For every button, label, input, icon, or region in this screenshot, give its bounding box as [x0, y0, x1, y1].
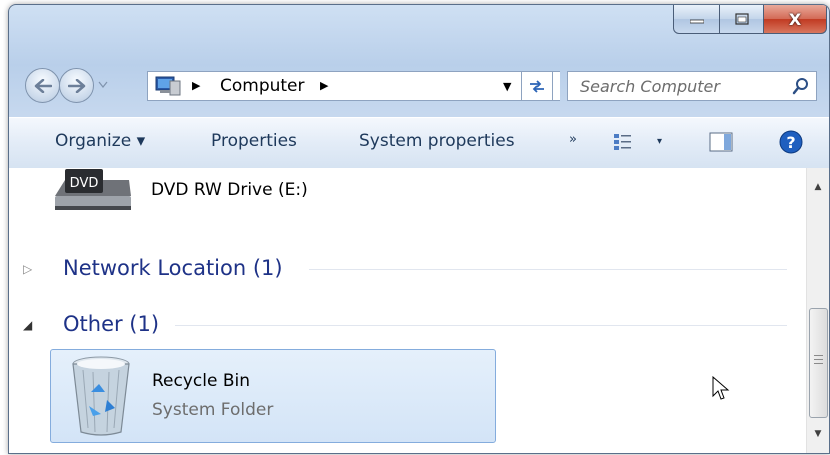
recent-pages-dropdown-icon[interactable] — [98, 81, 108, 88]
caption-buttons: X — [673, 5, 827, 35]
dvd-drive-label: DVD RW Drive (E:) — [151, 180, 308, 200]
item-name: Recycle Bin — [152, 371, 251, 391]
breadcrumb-computer[interactable]: Computer — [220, 76, 305, 96]
properties-button[interactable]: Properties — [211, 131, 297, 151]
svg-text:?: ? — [786, 133, 795, 152]
arrow-left-icon — [34, 78, 52, 93]
address-dropdown-icon[interactable]: ▼ — [503, 80, 511, 93]
scroll-up-arrow-icon[interactable]: ▲ — [807, 174, 829, 200]
mouse-pointer-icon — [712, 376, 730, 400]
arrow-right-icon — [67, 78, 85, 93]
file-list: DVD DVD RW Drive (E:) ▷ Network Location… — [9, 168, 829, 453]
search-input[interactable]: Search Computer — [580, 77, 720, 96]
minimize-button[interactable] — [673, 5, 720, 34]
search-box[interactable]: Search Computer — [567, 71, 817, 101]
collapsed-arrow-icon[interactable]: ▷ — [23, 262, 32, 276]
breadcrumb-separator-icon[interactable]: ▶ — [192, 79, 200, 92]
group-divider — [309, 269, 787, 270]
recycle-bin-icon — [72, 356, 130, 436]
address-row: ▶ Computer ▶ ▼ Search Computer — [9, 65, 829, 105]
dvd-logo-text: DVD — [70, 176, 99, 191]
search-icon[interactable] — [792, 77, 810, 95]
command-bar: Organize ▾ Properties System properties … — [9, 117, 829, 169]
address-box[interactable]: ▶ Computer ▶ ▼ — [147, 71, 560, 101]
preview-pane-icon[interactable] — [709, 132, 733, 152]
computer-icon — [155, 76, 181, 96]
dvd-drive-icon: DVD — [55, 169, 131, 210]
organize-menu[interactable]: Organize ▾ — [55, 131, 145, 151]
more-commands-button[interactable]: » — [569, 132, 577, 147]
close-button[interactable]: X — [764, 5, 827, 34]
recycle-bin-item[interactable]: Recycle Bin System Folder — [50, 349, 496, 443]
expanded-arrow-icon[interactable]: ◢ — [23, 318, 32, 332]
group-title[interactable]: Network Location (1) — [63, 256, 283, 280]
breadcrumb-separator-icon[interactable]: ▶ — [320, 79, 328, 92]
group-divider — [175, 325, 787, 326]
item-type: System Folder — [152, 400, 274, 420]
system-properties-button[interactable]: System properties — [359, 131, 515, 151]
scrollbar-thumb[interactable] — [809, 308, 828, 418]
explorer-window: X ▶ Computer ▶ ▼ Search Computer Organiz… — [8, 4, 830, 454]
scroll-down-arrow-icon[interactable]: ▼ — [807, 421, 829, 447]
minimize-icon — [689, 19, 704, 24]
close-icon: X — [788, 9, 802, 29]
help-icon[interactable]: ? — [779, 130, 803, 154]
vertical-scrollbar[interactable]: ▲ ▼ — [806, 168, 829, 453]
back-button[interactable] — [25, 68, 60, 103]
maximize-button[interactable] — [720, 5, 764, 34]
view-options-dropdown-icon[interactable]: ▾ — [657, 136, 662, 147]
change-view-icon[interactable] — [612, 132, 634, 152]
group-title[interactable]: Other (1) — [63, 312, 159, 336]
refresh-icon — [530, 80, 544, 93]
scrollbar-grip — [814, 355, 823, 367]
refresh-button[interactable] — [521, 71, 553, 101]
forward-button[interactable] — [59, 68, 94, 103]
maximize-icon — [734, 13, 749, 25]
